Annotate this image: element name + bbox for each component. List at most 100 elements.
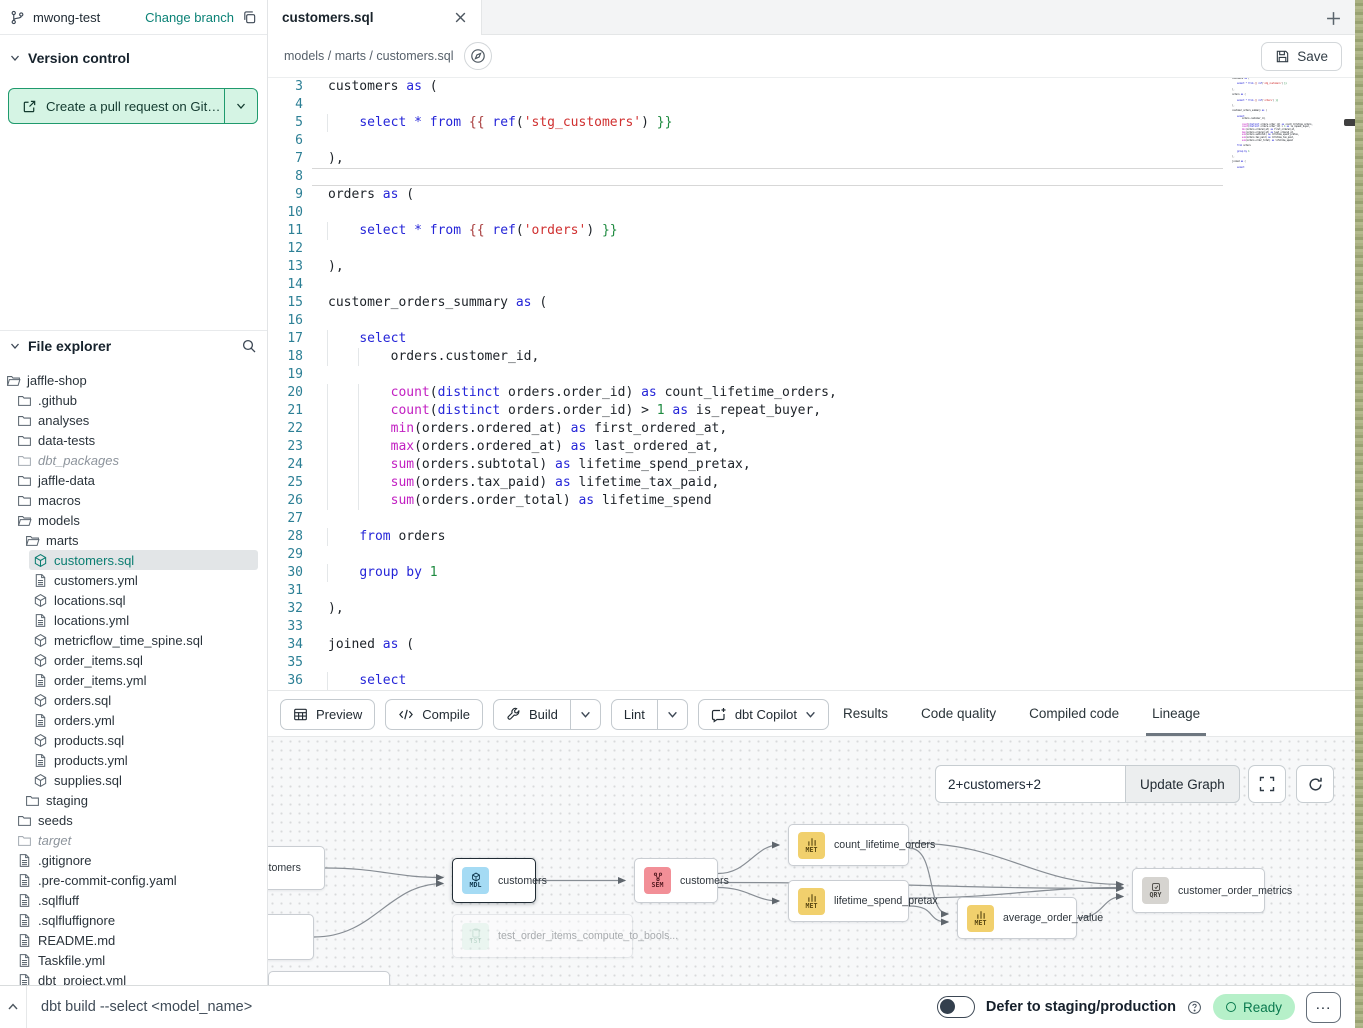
code-line-23[interactable]: 23 max(orders.ordered_at) as last_ordere… bbox=[268, 438, 1363, 456]
code-line-15[interactable]: 15customer_orders_summary as ( bbox=[268, 294, 1363, 312]
code-line-26[interactable]: 26 sum(orders.order_total) as lifetime_s… bbox=[268, 492, 1363, 510]
tree-item-locations-sql[interactable]: locations.sql bbox=[0, 590, 267, 610]
tree-item-dbt-packages[interactable]: dbt_packages bbox=[0, 450, 267, 470]
code-line-3[interactable]: 3customers as ( bbox=[268, 78, 1363, 96]
tab-code-quality[interactable]: Code quality bbox=[921, 691, 996, 736]
tree-item-taskfile-yml[interactable]: Taskfile.yml bbox=[0, 950, 267, 970]
tree-item-locations-yml[interactable]: locations.yml bbox=[0, 610, 267, 630]
fullscreen-button[interactable] bbox=[1248, 765, 1286, 803]
file-explorer-header[interactable]: File explorer bbox=[0, 330, 267, 360]
lineage-node-count_lifetime_orders[interactable]: METcount_lifetime_orders bbox=[788, 824, 909, 866]
tree-item-data-tests[interactable]: data-tests bbox=[0, 430, 267, 450]
code-line-35[interactable]: 35 bbox=[268, 654, 1363, 672]
code-line-29[interactable]: 29 bbox=[268, 546, 1363, 564]
tree-item--pre-commit-config-yaml[interactable]: .pre-commit-config.yaml bbox=[0, 870, 267, 890]
lineage-node-customers_mdl[interactable]: MDLcustomers bbox=[452, 858, 536, 903]
compass-icon[interactable] bbox=[464, 42, 492, 70]
lineage-node-test_node[interactable]: TSTtest_order_items_compute_to_bools... bbox=[452, 914, 633, 958]
lineage-node-customers_sem[interactable]: SEMcustomers bbox=[634, 858, 718, 903]
code-line-10[interactable]: 10 bbox=[268, 204, 1363, 222]
code-line-6[interactable]: 6 bbox=[268, 132, 1363, 150]
code-line-34[interactable]: 34joined as ( bbox=[268, 636, 1363, 654]
code-line-19[interactable]: 19 bbox=[268, 366, 1363, 384]
collapse-panel-button[interactable] bbox=[0, 986, 27, 1028]
tree-item-order-items-sql[interactable]: order_items.sql bbox=[0, 650, 267, 670]
code-line-36[interactable]: 36 select bbox=[268, 672, 1363, 690]
code-line-17[interactable]: 17 select bbox=[268, 330, 1363, 348]
code-line-24[interactable]: 24 sum(orders.subtotal) as lifetime_spen… bbox=[268, 456, 1363, 474]
code-line-14[interactable]: 14 bbox=[268, 276, 1363, 294]
copy-icon[interactable] bbox=[242, 10, 257, 25]
pr-button-dropdown[interactable] bbox=[224, 89, 257, 123]
tab-compiled-code[interactable]: Compiled code bbox=[1029, 691, 1119, 736]
code-line-22[interactable]: 22 min(orders.ordered_at) as first_order… bbox=[268, 420, 1363, 438]
code-line-7[interactable]: 7), bbox=[268, 150, 1363, 168]
minimap[interactable]: customers as ( select * from {{ ref('stg… bbox=[1232, 78, 1326, 198]
change-branch-link[interactable]: Change branch bbox=[145, 10, 234, 25]
update-graph-button[interactable]: Update Graph bbox=[1125, 765, 1240, 803]
build-button[interactable]: Build bbox=[493, 699, 601, 730]
close-icon[interactable] bbox=[454, 11, 467, 24]
code-line-11[interactable]: 11 select * from {{ ref('orders') }} bbox=[268, 222, 1363, 240]
lineage-node-stg_customers[interactable]: stg_customers bbox=[268, 846, 325, 890]
tab-customers-sql[interactable]: customers.sql bbox=[268, 0, 482, 35]
tree-item-customers-yml[interactable]: customers.yml bbox=[0, 570, 267, 590]
new-tab-button[interactable] bbox=[1321, 6, 1345, 30]
tree-item--sqlfluff[interactable]: .sqlfluff bbox=[0, 890, 267, 910]
code-line-4[interactable]: 4 bbox=[268, 96, 1363, 114]
more-options-button[interactable]: ... bbox=[1306, 992, 1341, 1023]
tree-item-target[interactable]: target bbox=[0, 830, 267, 850]
lineage-node-partial_node[interactable] bbox=[268, 971, 390, 985]
preview-button[interactable]: Preview bbox=[280, 699, 375, 730]
code-line-18[interactable]: 18 orders.customer_id, bbox=[268, 348, 1363, 366]
compile-button[interactable]: Compile bbox=[385, 699, 483, 730]
code-line-8[interactable]: 8 bbox=[268, 168, 1363, 186]
tree-item-models[interactable]: models bbox=[0, 510, 267, 530]
code-editor[interactable]: 3customers as (45 select * from {{ ref('… bbox=[268, 78, 1363, 690]
tree-item-jaffle-data[interactable]: jaffle-data bbox=[0, 470, 267, 490]
code-line-28[interactable]: 28 from orders bbox=[268, 528, 1363, 546]
tab-results[interactable]: Results bbox=[843, 691, 888, 736]
tree-item--gitignore[interactable]: .gitignore bbox=[0, 850, 267, 870]
dropdown-toggle[interactable] bbox=[657, 700, 687, 729]
tree-item-dbt-project-yml[interactable]: dbt_project.yml bbox=[0, 970, 267, 985]
dbt-copilot-button[interactable]: dbt Copilot bbox=[698, 699, 829, 730]
code-line-20[interactable]: 20 count(distinct orders.order_id) as co… bbox=[268, 384, 1363, 402]
lineage-node-orders[interactable]: orders bbox=[268, 914, 314, 960]
code-line-25[interactable]: 25 sum(orders.tax_paid) as lifetime_tax_… bbox=[268, 474, 1363, 492]
tree-item-customers-sql[interactable]: customers.sql bbox=[0, 550, 267, 570]
code-line-16[interactable]: 16 bbox=[268, 312, 1363, 330]
refresh-button[interactable] bbox=[1296, 765, 1334, 803]
tree-item-readme-md[interactable]: README.md bbox=[0, 930, 267, 950]
code-line-31[interactable]: 31 bbox=[268, 582, 1363, 600]
tree-item-analyses[interactable]: analyses bbox=[0, 410, 267, 430]
tree-item-metricflow-time-spine-sql[interactable]: metricflow_time_spine.sql bbox=[0, 630, 267, 650]
code-line-30[interactable]: 30 group by 1 bbox=[268, 564, 1363, 582]
code-line-5[interactable]: 5 select * from {{ ref('stg_customers') … bbox=[268, 114, 1363, 132]
code-line-9[interactable]: 9orders as ( bbox=[268, 186, 1363, 204]
search-icon[interactable] bbox=[241, 338, 257, 354]
tab-lineage[interactable]: Lineage bbox=[1152, 691, 1200, 736]
save-button[interactable]: Save bbox=[1261, 42, 1342, 71]
tree-item-order-items-yml[interactable]: order_items.yml bbox=[0, 670, 267, 690]
lineage-node-lifetime_spend_pretax[interactable]: METlifetime_spend_pretax bbox=[788, 880, 909, 922]
tree-item-orders-sql[interactable]: orders.sql bbox=[0, 690, 267, 710]
code-line-27[interactable]: 27 bbox=[268, 510, 1363, 528]
lint-button[interactable]: Lint bbox=[611, 699, 688, 730]
code-line-12[interactable]: 12 bbox=[268, 240, 1363, 258]
tree-item-supplies-sql[interactable]: supplies.sql bbox=[0, 770, 267, 790]
code-line-21[interactable]: 21 count(distinct orders.order_id) > 1 a… bbox=[268, 402, 1363, 420]
version-control-header[interactable]: Version control bbox=[0, 46, 267, 70]
create-pr-button[interactable]: Create a pull request on Git… bbox=[8, 88, 258, 124]
tree-item-macros[interactable]: macros bbox=[0, 490, 267, 510]
tree-item-products-sql[interactable]: products.sql bbox=[0, 730, 267, 750]
tree-item-jaffle-shop[interactable]: jaffle-shop bbox=[0, 370, 267, 390]
command-input[interactable]: dbt build --select <model_name> bbox=[41, 999, 252, 1015]
code-line-13[interactable]: 13), bbox=[268, 258, 1363, 276]
lineage-node-customer_order_metrics[interactable]: QRYcustomer_order_metrics bbox=[1132, 868, 1265, 913]
tree-item-orders-yml[interactable]: orders.yml bbox=[0, 710, 267, 730]
defer-toggle[interactable] bbox=[937, 996, 975, 1018]
lineage-node-average_order_value[interactable]: METaverage_order_value bbox=[957, 897, 1077, 939]
tree-item-seeds[interactable]: seeds bbox=[0, 810, 267, 830]
tree-item-products-yml[interactable]: products.yml bbox=[0, 750, 267, 770]
